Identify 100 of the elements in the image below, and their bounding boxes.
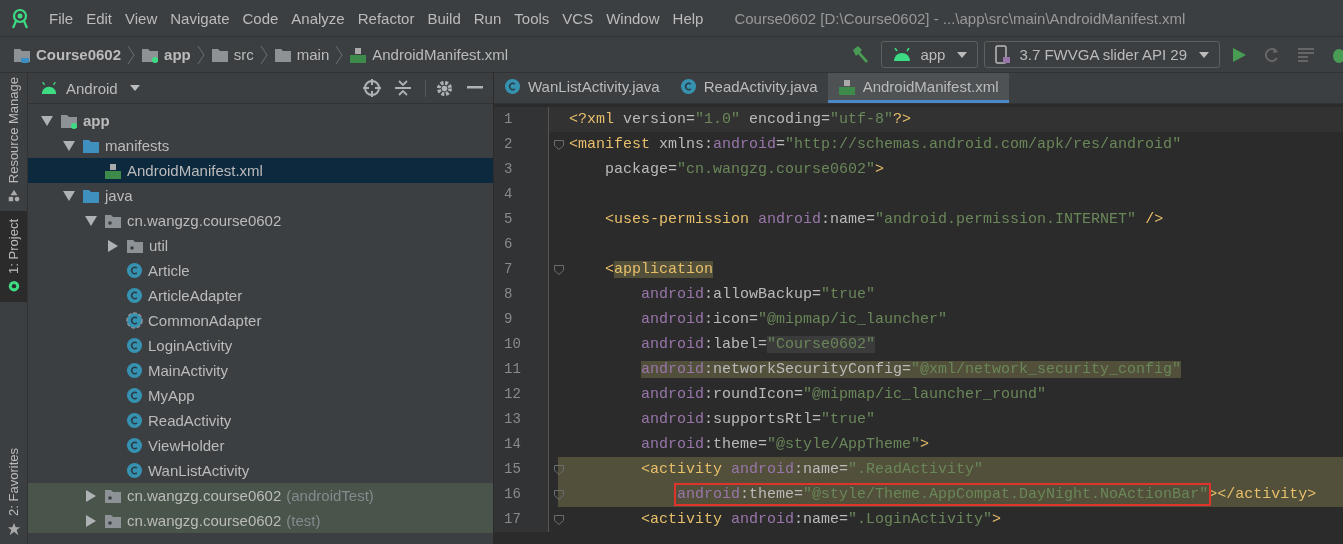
breadcrumb[interactable]: Course0602 (10, 46, 125, 63)
tree-item[interactable]: MyApp (28, 383, 493, 408)
tree-item[interactable]: app (28, 108, 493, 133)
line-number: 9 (494, 307, 549, 332)
tree-item[interactable]: manifests (28, 133, 493, 158)
package-folder-icon (104, 487, 122, 504)
tree-item[interactable]: Article (28, 258, 493, 283)
code-line: android:allowBackup="true" (640, 286, 876, 303)
locate-icon[interactable] (363, 79, 381, 97)
line-number: 13 (494, 407, 549, 432)
view-dropdown[interactable]: Android (40, 79, 140, 97)
tree-item[interactable]: WanListActivity (28, 458, 493, 483)
tool-window-tab[interactable]: 1: Project (0, 211, 27, 303)
manifest-file-icon (349, 46, 368, 63)
tree-item[interactable]: cn.wangzg.course0602 (28, 208, 493, 233)
tree-item[interactable]: ReadActivity (28, 408, 493, 433)
menu-item[interactable]: Tools (514, 9, 550, 27)
hammer-icon[interactable] (850, 44, 871, 65)
line-number: 15 (494, 457, 549, 482)
tree-item[interactable]: cn.wangzg.course0602 (test) (28, 508, 493, 533)
tree-item[interactable]: LoginActivity (28, 333, 493, 358)
collapse-icon[interactable] (395, 79, 411, 97)
device-dropdown[interactable]: 3.7 FWVGA slider API 29 (984, 41, 1220, 68)
menu-item[interactable]: VCS (562, 9, 594, 27)
class-icon (126, 287, 143, 304)
breadcrumb[interactable]: app (138, 46, 194, 63)
window-title: Course0602 [D:\Course0602] - ...\app\src\main\AndroidManifest.xml (734, 9, 1186, 27)
editor-tab[interactable]: WanListActivity.java (494, 73, 670, 103)
menu-item[interactable]: Build (427, 9, 461, 27)
tool-window-tab[interactable]: Resource Manage (0, 73, 27, 212)
fold-marker-icon[interactable] (554, 514, 564, 525)
code-line: <manifest xmlns:android="http://schemas.android.com/apk/res/android" (569, 136, 1182, 153)
menu-item[interactable]: Refactor (357, 9, 415, 27)
expand-arrow-icon[interactable] (106, 239, 119, 252)
run-config-dropdown[interactable]: app (881, 41, 979, 68)
folder-icon (141, 46, 160, 63)
expand-arrow-icon[interactable] (84, 214, 97, 227)
menu-item[interactable]: File (49, 9, 74, 27)
line-number: 6 (494, 232, 549, 257)
fold-marker-icon[interactable] (554, 464, 564, 475)
code-line: <uses-permission android:name="android.permission.INTERNET" /> (604, 211, 1164, 228)
tree-item[interactable]: util (28, 233, 493, 258)
line-number: 3 (494, 157, 549, 182)
folder-icon (210, 46, 229, 63)
run-icon[interactable] (1231, 46, 1247, 63)
menu-item[interactable]: View (125, 9, 158, 27)
tool-window-tab[interactable]: 2: Favorites (0, 440, 27, 544)
list-icon[interactable] (1297, 46, 1315, 63)
minimize-icon[interactable] (467, 86, 483, 90)
manifest-file-icon (104, 162, 122, 179)
code-line: <?xml version="1.0" encoding="utf-8"?> (569, 111, 912, 128)
menu-item[interactable]: Help (672, 9, 704, 27)
android-icon (892, 47, 913, 62)
expand-arrow-icon[interactable] (62, 139, 75, 152)
folder-icon (13, 46, 31, 63)
line-number: 14 (494, 432, 549, 457)
line-number: 5 (494, 207, 549, 232)
rerun-icon[interactable] (1263, 45, 1281, 64)
fold-marker-icon[interactable] (554, 489, 564, 500)
expand-arrow-icon[interactable] (84, 514, 97, 527)
tree-item[interactable]: cn.wangzg.course0602 (androidTest) (28, 483, 493, 508)
abstract-class-icon (126, 312, 143, 329)
fold-marker-icon[interactable] (554, 139, 564, 150)
code-line: <application (604, 261, 714, 278)
tree-item[interactable]: ArticleAdapter (28, 283, 493, 308)
tree-item[interactable]: ViewHolder (28, 433, 493, 458)
tree-item[interactable]: java (28, 183, 493, 208)
expand-arrow-icon[interactable] (62, 189, 75, 202)
package-folder-icon (104, 212, 122, 229)
tree-item[interactable]: MainActivity (28, 358, 493, 383)
class-icon (679, 78, 697, 95)
breadcrumb[interactable]: main (270, 46, 333, 63)
folder-icon (273, 46, 292, 63)
editor-tab[interactable]: AndroidManifest.xml (827, 73, 1009, 103)
editor-tab[interactable]: ReadActivity.java (669, 73, 828, 103)
module-folder-icon (60, 112, 78, 129)
class-icon (504, 78, 521, 95)
menu-item[interactable]: Run (473, 9, 502, 27)
tree-item[interactable]: CommonAdapter (28, 308, 493, 333)
code-line: android:supportsRtl="true" (640, 411, 876, 428)
expand-arrow-icon[interactable] (84, 489, 97, 502)
scope-label: (test) (286, 512, 321, 529)
code-line: android:theme="@style/AppTheme"> (640, 436, 930, 453)
chevron-icon (196, 44, 205, 65)
expand-arrow-icon[interactable] (40, 114, 53, 127)
fold-marker-icon[interactable] (554, 264, 564, 275)
line-number: 7 (494, 257, 549, 282)
menu-item[interactable]: Window (606, 9, 660, 27)
menu-item[interactable]: Navigate (170, 9, 230, 27)
code-line: android:icon="@mipmap/ic_launcher" (640, 311, 948, 328)
breadcrumb[interactable]: AndroidManifest.xml (346, 46, 512, 63)
folder-icon (82, 187, 100, 204)
menu-item[interactable]: Edit (86, 9, 113, 27)
menu-item[interactable]: Code (242, 9, 279, 27)
android-icon (40, 81, 58, 95)
menu-item[interactable]: Analyze (291, 9, 345, 27)
caret-icon (1199, 51, 1209, 58)
settings-icon[interactable] (425, 79, 453, 97)
breadcrumb[interactable]: src (207, 46, 257, 63)
tree-item[interactable]: AndroidManifest.xml (28, 158, 493, 183)
